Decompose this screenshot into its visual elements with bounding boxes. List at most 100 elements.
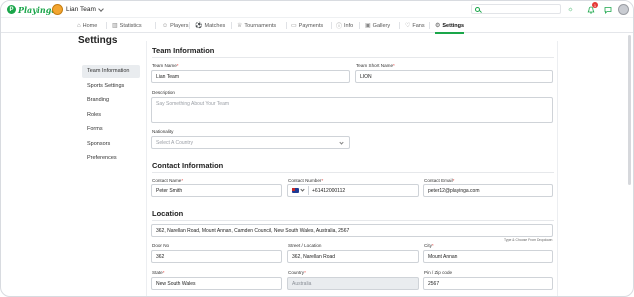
nav-label: Payments bbox=[298, 22, 324, 29]
team-name-label: Team Name* bbox=[152, 63, 179, 68]
nav-gallery[interactable]: ▣ Gallery bbox=[365, 18, 390, 33]
section-title-contact-information: Contact Information bbox=[152, 161, 224, 170]
search-input[interactable] bbox=[483, 6, 558, 12]
trophy-icon: ♕ bbox=[237, 23, 243, 29]
divider bbox=[308, 186, 309, 195]
team-short-name-label: Team Short Name* bbox=[356, 63, 395, 68]
label-text: City bbox=[424, 243, 432, 248]
nav-label: Home bbox=[82, 22, 98, 29]
contact-number-field[interactable]: +61412000112 bbox=[287, 184, 419, 197]
team-crest-icon bbox=[52, 4, 63, 15]
nav-divider bbox=[231, 22, 232, 29]
players-icon: ☺ bbox=[162, 22, 169, 29]
nav-label: Statistics bbox=[119, 22, 142, 29]
city-field[interactable]: Mount Annan bbox=[423, 250, 553, 263]
team-short-name-field[interactable]: LION bbox=[355, 70, 553, 83]
nav-fans[interactable]: ♡ Fans bbox=[405, 18, 425, 33]
nav-home[interactable]: ⌂ Home bbox=[77, 18, 97, 33]
side-item-preferences[interactable]: Preferences bbox=[82, 152, 140, 165]
australia-flag-icon bbox=[292, 188, 299, 193]
side-item-forms[interactable]: Forms bbox=[82, 123, 140, 136]
section-divider bbox=[152, 172, 554, 173]
page-scrollbar[interactable] bbox=[628, 35, 631, 185]
nav-label: Settings bbox=[442, 22, 465, 29]
nav-divider bbox=[359, 22, 360, 29]
nav-divider bbox=[331, 22, 332, 29]
side-item-roles[interactable]: Roles bbox=[82, 109, 140, 122]
team-name: Lian Team bbox=[66, 6, 96, 13]
side-item-branding[interactable]: Branding bbox=[82, 94, 140, 107]
main-nav: ⌂ Home ▥ Statistics ☺ Players ⚽ Matches … bbox=[1, 18, 633, 34]
required-marker: * bbox=[393, 63, 395, 68]
chevron-down-icon bbox=[339, 140, 344, 145]
section-divider bbox=[152, 57, 554, 58]
contact-email-field[interactable]: peter12@playinga.com bbox=[423, 184, 553, 197]
required-marker: * bbox=[181, 178, 184, 183]
nav-settings[interactable]: ⚙ Settings bbox=[435, 18, 465, 34]
chart-icon: ▥ bbox=[112, 23, 118, 29]
nav-divider bbox=[155, 22, 156, 29]
app-frame: P Playinga Lian Team ☼ 1 ⌂ Home ▥ Statis… bbox=[0, 0, 634, 297]
brand-logo-icon: P bbox=[7, 5, 16, 14]
required-marker: * bbox=[176, 63, 179, 68]
required-marker: * bbox=[321, 178, 324, 183]
nationality-select[interactable]: Select A Country bbox=[151, 136, 350, 149]
nav-payments[interactable]: ▭ Payments bbox=[291, 18, 323, 33]
required-marker: * bbox=[452, 178, 455, 183]
info-icon: ⓘ bbox=[336, 24, 343, 30]
door-no-label: Door No bbox=[152, 243, 170, 248]
nav-divider bbox=[189, 22, 190, 29]
country-label: Country* bbox=[288, 270, 306, 275]
nav-label: Tournaments bbox=[244, 22, 277, 29]
contact-number-label: Contact Number* bbox=[288, 178, 323, 183]
search-icon bbox=[475, 6, 480, 12]
side-item-sponsors[interactable]: Sponsors bbox=[82, 138, 140, 151]
nav-label: Matches bbox=[204, 22, 226, 29]
label-text: Contact Name bbox=[152, 178, 182, 183]
address-hint: Type & Choose From Dropdown bbox=[504, 238, 553, 242]
door-no-field[interactable]: 362 bbox=[151, 250, 282, 263]
contact-name-label: Contact Name* bbox=[152, 178, 183, 183]
country-field: Australia bbox=[287, 277, 419, 290]
nav-info[interactable]: ⓘ Info bbox=[336, 18, 353, 33]
label-text: State bbox=[152, 270, 163, 275]
required-marker: * bbox=[304, 270, 306, 275]
contact-name-field[interactable]: Peter Smith bbox=[151, 184, 282, 197]
description-label: Description bbox=[152, 90, 175, 95]
nav-divider bbox=[106, 22, 107, 29]
description-textarea[interactable]: Say Something About Your Team bbox=[151, 97, 553, 123]
label-text: Contact Email bbox=[424, 178, 453, 183]
side-item-team-information[interactable]: Team Information bbox=[82, 65, 140, 78]
state-label: State* bbox=[152, 270, 165, 275]
chat-icon[interactable] bbox=[603, 5, 612, 14]
label-text: Country bbox=[288, 270, 305, 275]
nationality-label: Nationality bbox=[152, 129, 174, 134]
street-field[interactable]: 362, Narellan Road bbox=[287, 250, 419, 263]
home-icon: ⌂ bbox=[77, 22, 81, 29]
section-title-team-information: Team Information bbox=[152, 46, 215, 55]
brand-logo[interactable]: P Playinga bbox=[7, 4, 57, 15]
address-autocomplete-field[interactable]: 362, Narellan Road, Mount Annan, Camden … bbox=[151, 224, 553, 237]
nav-matches[interactable]: ⚽ Matches bbox=[195, 18, 225, 33]
team-name-field[interactable]: Lian Team bbox=[151, 70, 350, 83]
zip-field[interactable]: 2567 bbox=[423, 277, 553, 290]
team-switcher[interactable]: Lian Team bbox=[52, 3, 104, 16]
notification-badge: 1 bbox=[592, 2, 598, 8]
search-box[interactable] bbox=[471, 4, 561, 14]
nav-statistics[interactable]: ▥ Statistics bbox=[112, 18, 142, 33]
gear-icon: ⚙ bbox=[435, 23, 441, 29]
nav-tournaments[interactable]: ♕ Tournaments bbox=[237, 18, 276, 33]
nav-label: Info bbox=[344, 22, 354, 29]
nav-players[interactable]: ☺ Players bbox=[162, 18, 188, 33]
nationality-placeholder: Select A Country bbox=[156, 139, 193, 146]
side-item-sports-settings[interactable]: Sports Settings bbox=[82, 80, 140, 93]
avatar[interactable] bbox=[618, 4, 629, 15]
required-marker: * bbox=[162, 270, 165, 275]
state-field[interactable]: New South Wales bbox=[151, 277, 282, 290]
sun-icon[interactable]: ☼ bbox=[566, 5, 575, 14]
label-text: Team Short Name bbox=[356, 63, 394, 68]
nav-label: Fans bbox=[412, 22, 425, 29]
chevron-down-icon[interactable] bbox=[300, 187, 305, 192]
bell-icon[interactable]: 1 bbox=[586, 2, 598, 14]
settings-form: Team Information Team Name* Lian Team Te… bbox=[146, 41, 558, 296]
